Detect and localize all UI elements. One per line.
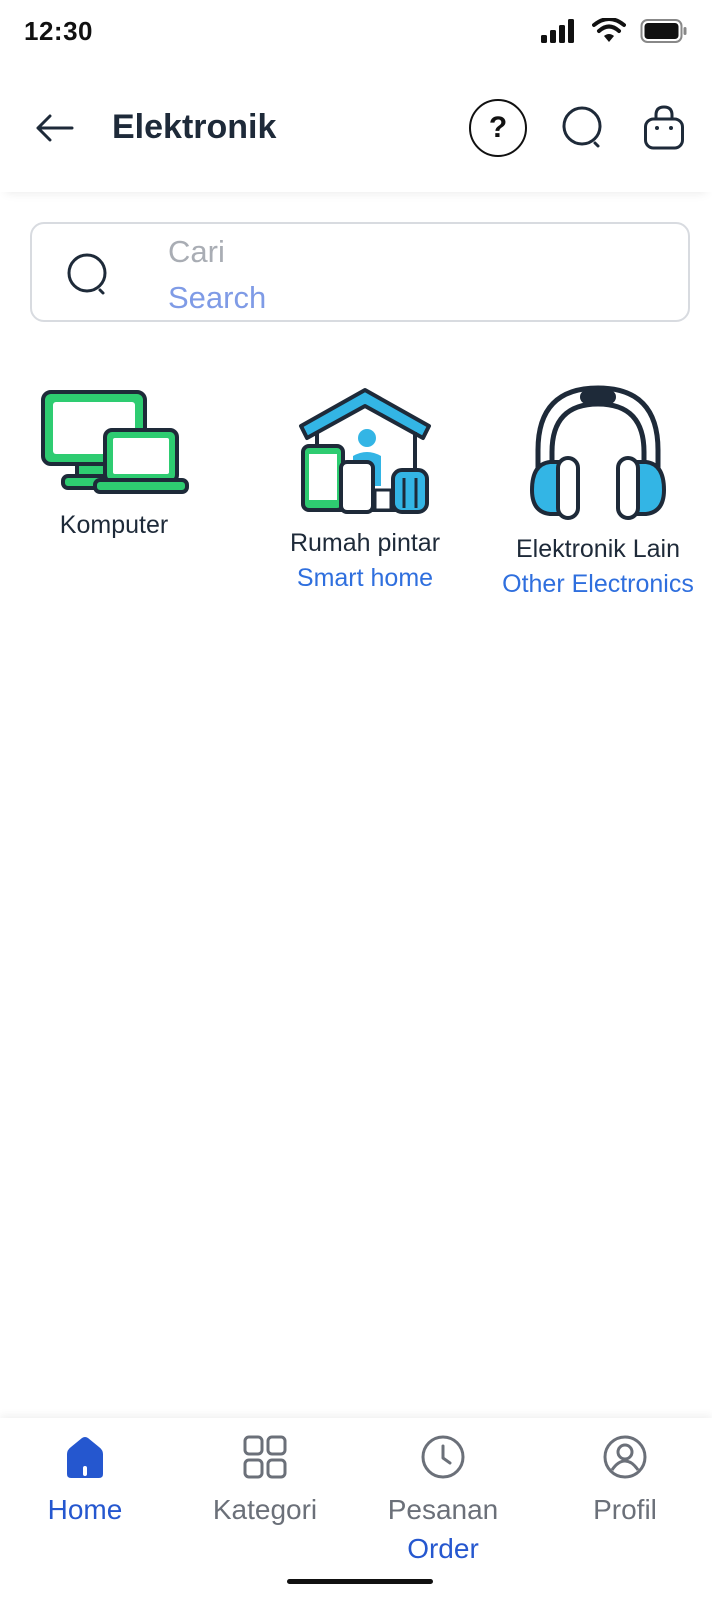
nav-item-profil[interactable]: Profil — [560, 1432, 690, 1528]
page-title: Elektronik — [112, 108, 277, 146]
category-rumah-pintar[interactable]: Rumah pintar Smart home — [270, 386, 460, 596]
search-placeholder: Cari — [168, 234, 225, 269]
category-elektronik-lain[interactable]: Elektronik Lain Other Electronics — [500, 382, 696, 602]
category-label: Komputer — [59, 511, 169, 539]
signal-icon — [541, 19, 574, 43]
nav-label: Profil — [593, 1494, 657, 1525]
search-icon — [562, 106, 602, 148]
shopping-bag-icon — [644, 105, 684, 150]
category-label-translation: Smart home — [296, 564, 434, 592]
status-bar: 12:30 — [0, 0, 712, 64]
home-icon — [67, 1437, 103, 1478]
question-icon: ? — [469, 99, 527, 157]
nav-label-translation: Order — [407, 1533, 479, 1564]
help-button[interactable]: ? — [468, 98, 528, 158]
home-indicator — [287, 1579, 433, 1584]
bottom-nav: Home Kategori Pesanan Order Profil — [0, 1418, 712, 1600]
nav-label: Home — [47, 1494, 123, 1525]
status-time: 12:30 — [24, 16, 93, 46]
nav-label: Pesanan — [387, 1494, 499, 1525]
arrow-left-icon — [36, 114, 74, 142]
category-komputer[interactable]: Komputer — [24, 388, 204, 542]
category-label: Elektronik Lain — [516, 535, 680, 563]
nav-item-kategori[interactable]: Kategori — [200, 1432, 330, 1528]
computer-devices-icon — [41, 390, 189, 494]
back-button[interactable] — [30, 104, 78, 152]
battery-icon — [640, 19, 687, 43]
wifi-icon — [592, 18, 626, 42]
status-icons — [540, 18, 688, 44]
search-input[interactable]: Cari Search — [30, 222, 690, 322]
search-button[interactable] — [554, 98, 614, 158]
search-placeholder-translation: Search — [168, 280, 267, 315]
cart-button[interactable] — [634, 98, 694, 158]
clock-icon — [421, 1435, 465, 1479]
app-bar: Elektronik ? — [0, 64, 712, 192]
category-label-translation: Other Electronics — [502, 570, 694, 598]
nav-item-home[interactable]: Home — [20, 1432, 150, 1528]
search-icon — [67, 253, 107, 295]
headphones-icon — [529, 385, 667, 520]
nav-item-pesanan[interactable]: Pesanan Order — [378, 1432, 508, 1570]
smart-home-icon — [299, 388, 431, 514]
grid-icon — [243, 1435, 287, 1479]
user-icon — [603, 1435, 647, 1479]
nav-label: Kategori — [212, 1494, 318, 1525]
category-label: Rumah pintar — [289, 529, 441, 557]
